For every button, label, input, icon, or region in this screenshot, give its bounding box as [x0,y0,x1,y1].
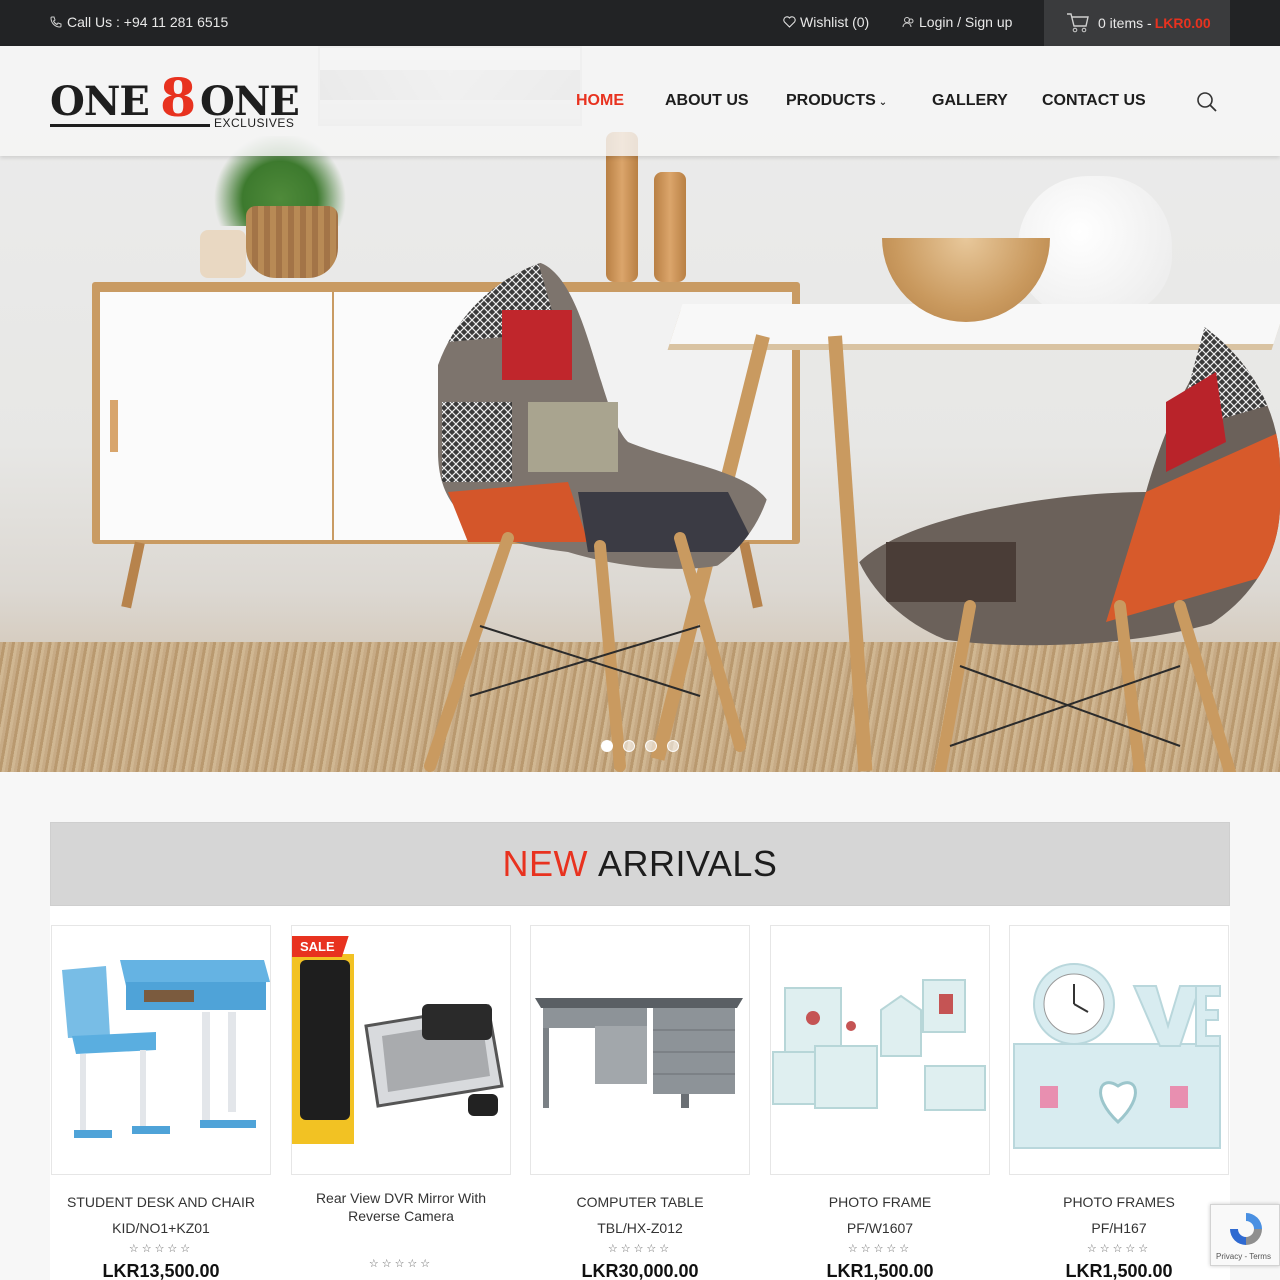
logo-underline [50,124,210,127]
product-image[interactable] [1009,925,1229,1175]
user-icon [902,17,914,28]
computer-table-image [535,998,743,1108]
wishlist-label: Wishlist (0) [800,14,870,30]
nav-products[interactable]: PRODUCTS ⌄ [786,92,887,110]
logo-digit: 8 [160,68,197,129]
student-desk-image [62,960,270,1138]
product-code: PF/H167 [1091,1220,1147,1236]
product-price: LKR30,000.00 [581,1261,699,1280]
product-name[interactable]: PHOTO FRAME [770,1193,990,1211]
product-image[interactable]: SALE [291,925,511,1175]
mini-cart[interactable]: 0 items - LKR0.00 [1044,0,1230,46]
phone-icon [50,16,62,28]
cart-amount: LKR0.00 [1154,15,1211,31]
recaptcha-badge[interactable]: Privacy - Terms [1210,1204,1280,1266]
product-card[interactable]: COMPUTER TABLE TBL/HX-Z012 ☆☆☆☆☆ LKR30,0… [530,925,750,1280]
product-code: TBL/HX-Z012 [597,1220,683,1236]
rating-stars: ☆☆☆☆☆ [368,1258,434,1270]
login-label: Login / Sign up [919,14,1013,30]
product-price: LKR13,500.00 [102,1261,220,1280]
slider-dot[interactable] [623,740,635,752]
product-price: LKR1,500.00 [1065,1261,1173,1280]
love-frame-image [1013,963,1221,1149]
product-card[interactable]: PHOTO FRAMES PF/H167 ☆☆☆☆☆ LKR1,500.00 [1009,925,1229,1280]
cart-icon [1067,13,1089,33]
main-header: ONE 8 ONE EXCLUSIVES HOME ABOUT US PRODU… [0,46,1280,156]
new-arrivals-heading: NEW ARRIVALS [50,822,1230,906]
call-us-text: Call Us : +94 11 281 6515 [67,14,229,30]
rating-stars: ☆☆☆☆☆ [847,1243,913,1255]
sale-badge: SALE [292,936,349,957]
product-card[interactable]: SALE Rear View DVR Mirror With Reverse C… [291,925,511,1270]
nav-about-us[interactable]: ABOUT US [665,92,749,110]
nav-products-label: PRODUCTS [786,92,876,109]
product-name[interactable]: Rear View DVR Mirror With Reverse Camera [291,1189,511,1225]
product-name[interactable]: PHOTO FRAMES [1009,1193,1229,1211]
product-card[interactable]: PHOTO FRAME PF/W1607 ☆☆☆☆☆ LKR1,500.00 [770,925,990,1280]
wishlist-link[interactable]: Wishlist (0) [783,14,869,30]
recaptcha-icon [1230,1213,1262,1245]
product-image[interactable] [51,925,271,1175]
login-signup-link[interactable]: Login / Sign up [902,14,1012,30]
product-image[interactable] [770,925,990,1175]
dvr-mirror-image [292,954,504,1144]
search-icon[interactable] [1196,91,1218,113]
heart-icon [783,16,796,28]
product-price: LKR1,500.00 [826,1261,934,1280]
product-name[interactable]: STUDENT DESK AND CHAIR [51,1193,271,1211]
product-image[interactable] [530,925,750,1175]
new-arrivals-highlight: NEW [502,843,589,884]
slider-dot[interactable] [601,740,613,752]
rating-stars: ☆☆☆☆☆ [1086,1243,1152,1255]
photo-frame-image [772,979,986,1111]
cart-items: 0 items - [1098,15,1152,31]
rating-stars: ☆☆☆☆☆ [607,1243,673,1255]
site-logo[interactable]: ONE 8 ONE EXCLUSIVES [50,68,302,130]
slider-dots [601,740,679,752]
product-card[interactable]: STUDENT DESK AND CHAIR KID/NO1+KZ01 ☆☆☆☆… [51,925,271,1280]
new-arrivals-title: ARRIVALS [598,843,778,884]
nav-home[interactable]: HOME [576,92,624,110]
logo-word-1: ONE [50,78,150,125]
product-name[interactable]: COMPUTER TABLE [530,1193,750,1211]
product-code: KID/NO1+KZ01 [112,1220,210,1236]
rating-stars: ☆☆☆☆☆ [128,1243,194,1255]
slider-dot[interactable] [645,740,657,752]
logo-tagline: EXCLUSIVES [214,116,295,130]
chevron-down-icon: ⌄ [878,97,888,108]
nav-contact-us[interactable]: CONTACT US [1042,92,1146,110]
nav-gallery[interactable]: GALLERY [932,92,1008,110]
recaptcha-links[interactable]: Privacy - Terms [1216,1252,1271,1261]
slider-dot[interactable] [667,740,679,752]
product-code: PF/W1607 [846,1220,914,1236]
call-us[interactable]: Call Us : +94 11 281 6515 [50,14,228,30]
top-bar: Call Us : +94 11 281 6515 Wishlist (0) L… [0,0,1280,46]
